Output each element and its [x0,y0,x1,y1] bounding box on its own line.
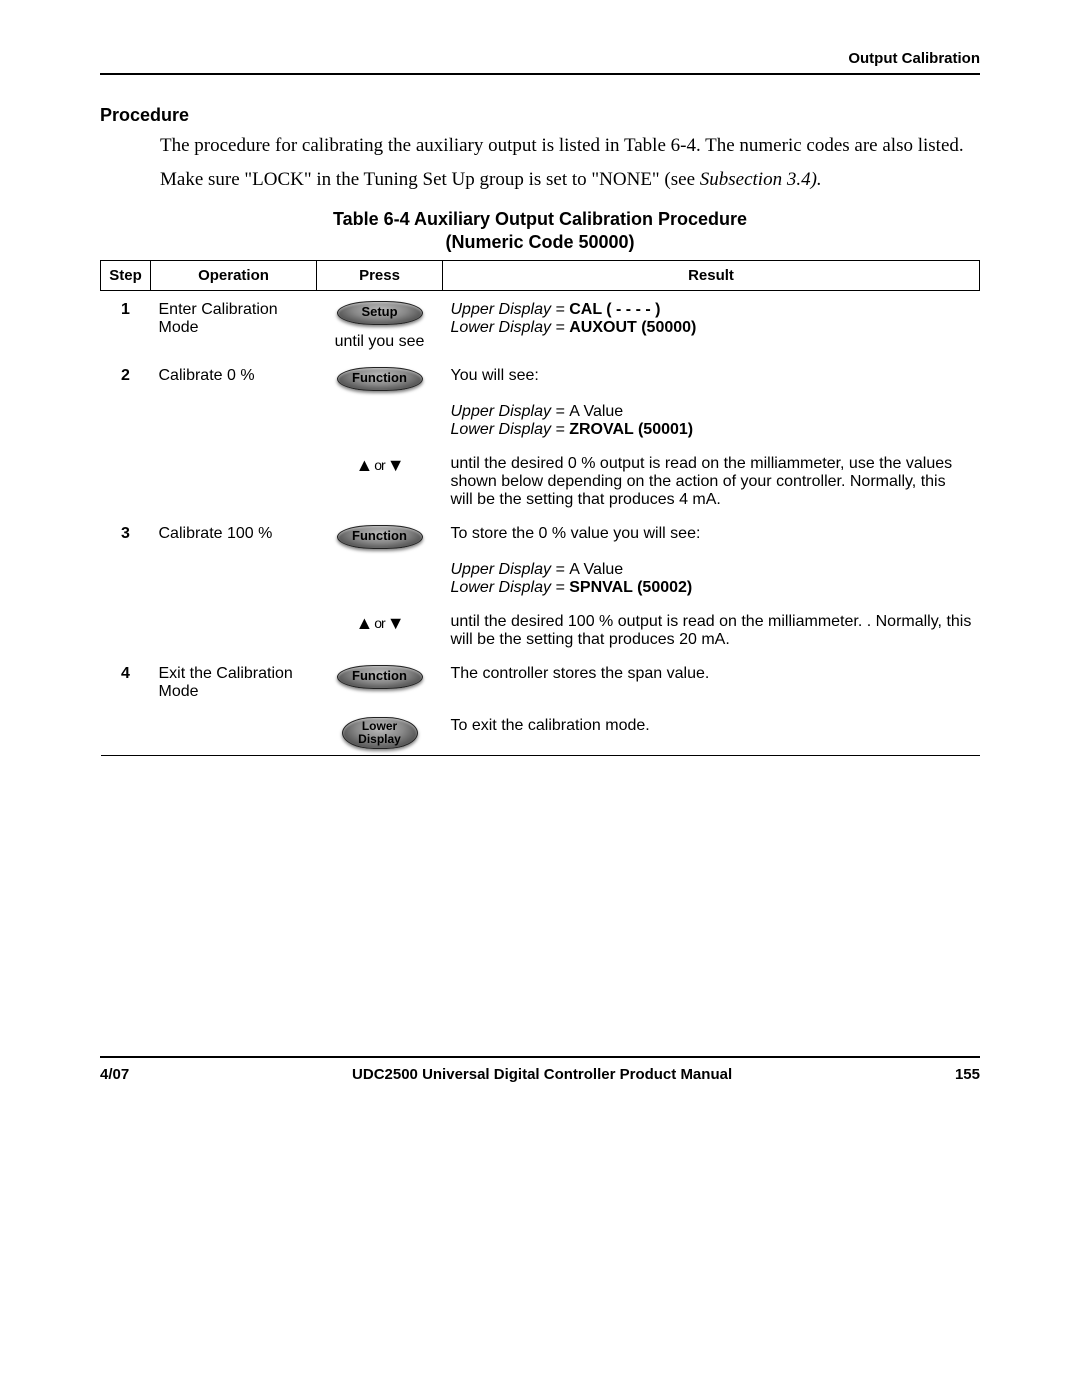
lower-display-key-icon: Lower Display [342,717,418,749]
up-arrow-icon: ▲ [355,455,372,475]
step-result: The controller stores the span value. [443,655,980,707]
col-press: Press [317,261,443,291]
step-operation [151,707,317,756]
step-number: 3 [101,515,151,603]
step-number [101,445,151,515]
table-title-line2: (Numeric Code 50000) [445,232,634,252]
upper-display-value: CAL ( - - - - ) [569,301,660,318]
lower-display-key-l2: Display [358,732,401,746]
up-down-arrows-icon: ▲or▼ [355,455,403,475]
table-row: 3 Calibrate 100 % Function To store the … [101,515,980,603]
down-arrow-icon: ▼ [387,455,404,475]
step-result: To store the 0 % value you will see: Upp… [443,515,980,603]
step-result: You will see: Upper Display = A Value Lo… [443,357,980,445]
step-operation: Enter Calibration Mode [151,291,317,357]
function-key-icon: Function [337,525,423,549]
lower-display-label: Lower Display = [451,319,570,336]
step-operation [151,603,317,655]
or-label: or [374,615,384,631]
up-down-arrows-icon: ▲or▼ [355,613,403,633]
lower-display-label: Lower Display = [451,579,570,596]
step-press: ▲or▼ [317,603,443,655]
table-row: 4 Exit the Calibration Mode Function The… [101,655,980,707]
up-arrow-icon: ▲ [355,613,372,633]
function-key-icon: Function [337,665,423,689]
step-press: Function [317,515,443,603]
step-press: ▲or▼ [317,445,443,515]
lower-display-value: ZROVAL (50001) [569,421,693,438]
table-row: Lower Display To exit the calibration mo… [101,707,980,756]
step-result: To exit the calibration mode. [443,707,980,756]
step-operation: Calibrate 100 % [151,515,317,603]
step-result: until the desired 0 % output is read on … [443,445,980,515]
lower-display-value: SPNVAL (50002) [569,579,692,596]
step-number: 2 [101,357,151,445]
step-operation: Calibrate 0 % [151,357,317,445]
step-result: until the desired 100 % output is read o… [443,603,980,655]
table-row: 1 Enter Calibration Mode Setup until you… [101,291,980,357]
intro-paragraph-1: The procedure for calibrating the auxili… [160,134,980,158]
procedure-table: Step Operation Press Result 1 Enter Cali… [100,260,980,756]
or-label: or [374,457,384,473]
intro-paragraph-2b: Subsection 3.4). [700,169,822,190]
upper-display-label: Upper Display = [451,561,570,578]
step-press: Function [317,655,443,707]
step-number: 4 [101,655,151,707]
step-press: Lower Display [317,707,443,756]
col-operation: Operation [151,261,317,291]
step-number [101,707,151,756]
press-note: until you see [325,333,435,351]
upper-display-label: Upper Display = [451,403,570,420]
intro-paragraph-2: Make sure "LOCK" in the Tuning Set Up gr… [160,168,980,192]
step-number [101,603,151,655]
step-operation: Exit the Calibration Mode [151,655,317,707]
step-press: Setup until you see [317,291,443,357]
footer-date: 4/07 [100,1066,129,1083]
function-key-icon: Function [337,367,423,391]
step-number: 1 [101,291,151,357]
lower-display-label: Lower Display = [451,421,570,438]
section-heading: Procedure [100,105,980,126]
result-intro: To store the 0 % value you will see: [451,525,701,542]
table-title: Table 6-4 Auxiliary Output Calibration P… [100,208,980,255]
footer-title: UDC2500 Universal Digital Controller Pro… [352,1066,732,1083]
footer-page-number: 155 [955,1066,980,1083]
lower-display-value: AUXOUT (50000) [569,319,696,336]
down-arrow-icon: ▼ [387,613,404,633]
table-row: ▲or▼ until the desired 100 % output is r… [101,603,980,655]
result-intro: You will see: [451,367,539,384]
table-row: ▲or▼ until the desired 0 % output is rea… [101,445,980,515]
upper-display-label: Upper Display = [451,301,570,318]
table-header-row: Step Operation Press Result [101,261,980,291]
upper-display-value: A Value [569,561,623,578]
setup-key-icon: Setup [337,301,423,325]
step-result: Upper Display = CAL ( - - - - ) Lower Di… [443,291,980,357]
upper-display-value: A Value [569,403,623,420]
col-result: Result [443,261,980,291]
col-step: Step [101,261,151,291]
page-header-section: Output Calibration [100,50,980,75]
table-title-line1: Table 6-4 Auxiliary Output Calibration P… [333,209,747,229]
intro-paragraph-2a: Make sure "LOCK" in the Tuning Set Up gr… [160,169,700,190]
step-operation [151,445,317,515]
step-press: Function [317,357,443,445]
table-row: 2 Calibrate 0 % Function You will see: U… [101,357,980,445]
page-footer: 4/07 UDC2500 Universal Digital Controlle… [100,1056,980,1083]
